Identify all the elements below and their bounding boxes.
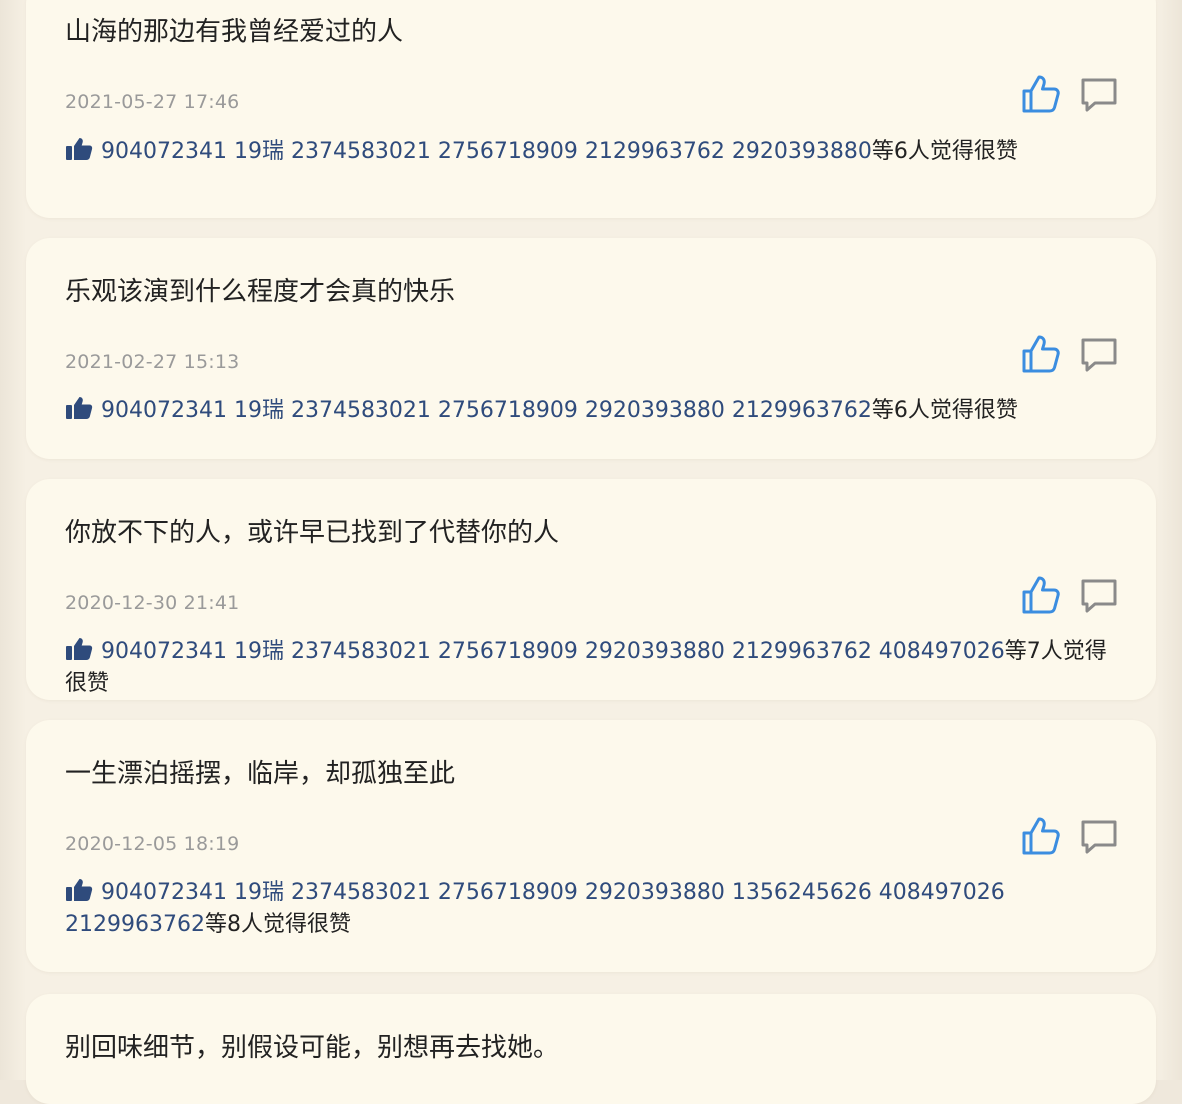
- thumbs-up-filled-icon: [66, 138, 93, 160]
- like-button[interactable]: [1021, 575, 1061, 615]
- post-card: 一生漂泊摇摆，临岸，却孤独至此 2020-12-05 18:19 9040723…: [26, 720, 1156, 972]
- post-text: 别回味细节，别假设可能，别想再去找她。: [65, 1033, 560, 1063]
- comment-button[interactable]: [1079, 818, 1119, 856]
- likes-count-label: 等8人觉得很赞: [204, 912, 351, 937]
- post-timestamp: 2020-12-05 18:19: [65, 833, 240, 855]
- likes-summary: 904072341 19瑞 2374583021 2756718909 2920…: [65, 877, 1125, 941]
- speech-bubble-outline-icon: [1081, 579, 1117, 613]
- liker-names[interactable]: 904072341 19瑞 2374583021 2756718909 2920…: [101, 639, 1005, 664]
- comment-button[interactable]: [1079, 76, 1119, 114]
- post-card: 别回味细节，别假设可能，别想再去找她。: [26, 994, 1156, 1104]
- post-timestamp: 2021-05-27 17:46: [65, 91, 240, 113]
- thumbs-up-filled-icon: [66, 397, 93, 419]
- liker-names[interactable]: 904072341 19瑞 2374583021 2756718909 2920…: [101, 398, 872, 423]
- post-card: 山海的那边有我曾经爱过的人 2021-05-27 17:46 904072341…: [26, 0, 1156, 218]
- post-text: 乐观该演到什么程度才会真的快乐: [65, 277, 456, 307]
- thumbs-up-filled-icon: [66, 879, 93, 901]
- like-button[interactable]: [1021, 334, 1061, 374]
- speech-bubble-outline-icon: [1081, 820, 1117, 854]
- like-button[interactable]: [1021, 816, 1061, 856]
- post-feed: 山海的那边有我曾经爱过的人 2021-05-27 17:46 904072341…: [0, 0, 1182, 1104]
- likes-summary: 904072341 19瑞 2374583021 2756718909 2920…: [65, 636, 1125, 700]
- likes-count-label: 等6人觉得很赞: [871, 398, 1018, 423]
- post-text: 山海的那边有我曾经爱过的人: [65, 17, 404, 47]
- comment-button[interactable]: [1079, 577, 1119, 615]
- likes-count-label: 等6人觉得很赞: [871, 139, 1018, 164]
- liker-names[interactable]: 904072341 19瑞 2374583021 2756718909 2129…: [101, 139, 872, 164]
- comment-button[interactable]: [1079, 336, 1119, 374]
- post-timestamp: 2021-02-27 15:13: [65, 351, 240, 373]
- likes-summary: 904072341 19瑞 2374583021 2756718909 2920…: [65, 395, 1125, 427]
- speech-bubble-outline-icon: [1081, 338, 1117, 372]
- post-text: 你放不下的人，或许早已找到了代替你的人: [65, 518, 560, 548]
- post-timestamp: 2020-12-30 21:41: [65, 592, 240, 614]
- post-card: 你放不下的人，或许早已找到了代替你的人 2020-12-30 21:41 904…: [26, 479, 1156, 700]
- likes-summary: 904072341 19瑞 2374583021 2756718909 2129…: [65, 136, 1125, 168]
- like-button[interactable]: [1021, 74, 1061, 114]
- speech-bubble-outline-icon: [1081, 78, 1117, 112]
- post-text: 一生漂泊摇摆，临岸，却孤独至此: [65, 759, 456, 789]
- post-card: 乐观该演到什么程度才会真的快乐 2021-02-27 15:13 9040723…: [26, 238, 1156, 459]
- thumbs-up-outline-icon: [1022, 75, 1060, 113]
- thumbs-up-outline-icon: [1022, 335, 1060, 373]
- thumbs-up-outline-icon: [1022, 576, 1060, 614]
- thumbs-up-filled-icon: [66, 638, 93, 660]
- thumbs-up-outline-icon: [1022, 817, 1060, 855]
